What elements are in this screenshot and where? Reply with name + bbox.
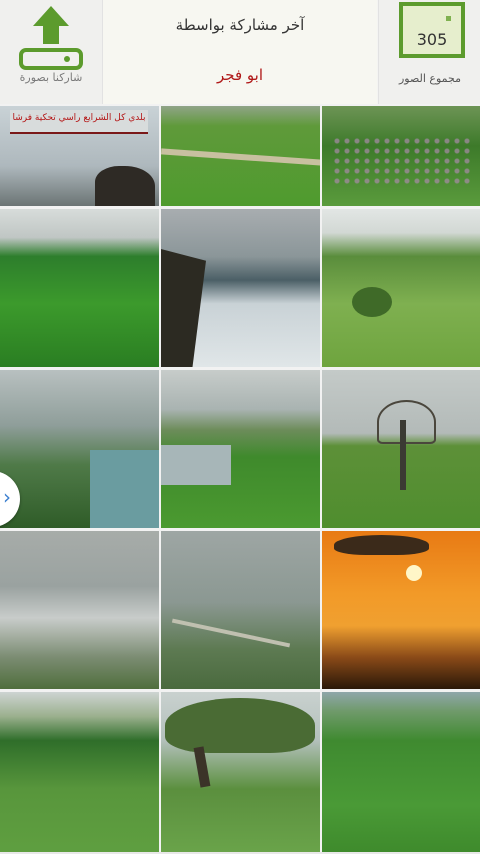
photo-tile[interactable] [322, 692, 480, 854]
photo-detail [332, 136, 472, 186]
photo-tile[interactable] [161, 692, 320, 854]
last-posted-by-label: آخر مشاركة بواسطة [175, 16, 305, 34]
photo-tile[interactable] [161, 209, 320, 367]
photo-tile[interactable] [0, 531, 159, 689]
photo-detail [334, 535, 429, 555]
photo-tile[interactable] [0, 370, 159, 528]
last-post-info: آخر مشاركة بواسطة ابو فجر [103, 0, 377, 104]
photo-count-label: مجموع الصور [398, 72, 462, 85]
photo-caption-banner: بلدي كل الشرايع راسي تحكية فرشا [10, 110, 148, 134]
upload-photo-button[interactable]: شاركنا بصورة [0, 0, 103, 104]
photo-tile[interactable] [322, 370, 480, 528]
photo-detail [161, 148, 320, 166]
photo-tile[interactable]: بلدي كل الشرايع راسي تحكية فرشا [0, 106, 159, 206]
photo-tile[interactable] [161, 370, 320, 528]
upload-icon [19, 6, 83, 70]
upload-label: شاركنا بصورة [19, 71, 83, 84]
photo-detail [161, 445, 231, 485]
photo-detail [165, 698, 315, 753]
photo-detail [95, 166, 155, 206]
image-icon [446, 16, 451, 21]
photo-detail [377, 400, 436, 444]
photo-count-box: 305 [399, 2, 465, 58]
photo-tile[interactable] [161, 106, 320, 206]
photo-detail [171, 618, 291, 648]
photo-detail [352, 287, 392, 317]
photo-caption-text: بلدي كل الشرايع راسي تحكية فرشا [12, 113, 146, 123]
photo-detail [406, 565, 422, 581]
last-poster-name[interactable]: ابو فجر [103, 66, 377, 84]
photo-tile[interactable] [161, 531, 320, 689]
photo-tile[interactable] [322, 209, 480, 367]
photo-count-value: 305 [416, 30, 448, 49]
photo-count-button[interactable]: 305 مجموع الصور [378, 0, 480, 104]
photo-tile[interactable] [322, 531, 480, 689]
chevron-right-icon: › [3, 485, 11, 509]
photo-tile[interactable] [322, 106, 480, 206]
photo-detail [400, 420, 406, 490]
photo-tile[interactable] [0, 209, 159, 367]
photo-detail [161, 249, 206, 367]
photo-tile[interactable] [0, 692, 159, 854]
photo-detail [90, 450, 159, 528]
app-header: شاركنا بصورة آخر مشاركة بواسطة ابو فجر 3… [0, 0, 480, 104]
